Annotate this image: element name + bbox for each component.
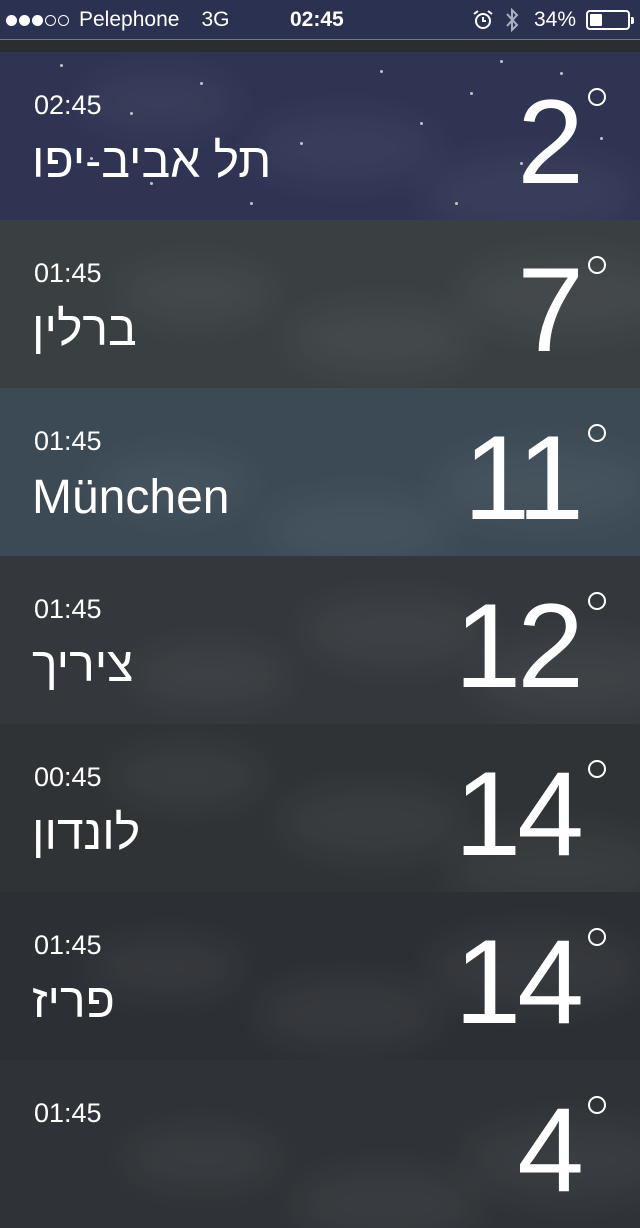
star-decoration	[130, 112, 133, 115]
star-decoration	[500, 60, 503, 63]
cloud-decoration	[108, 746, 268, 806]
alarm-icon	[473, 10, 493, 29]
cloud-decoration	[80, 72, 240, 132]
degree-symbol	[588, 424, 606, 442]
star-decoration	[420, 122, 423, 125]
city-temperature: 12	[454, 579, 584, 713]
cloud-decoration	[278, 787, 468, 857]
network-type: 3G	[201, 8, 230, 31]
city-temperature: 14	[454, 915, 584, 1049]
city-row-5[interactable]: 01:45 פריז 14	[0, 892, 640, 1060]
status-time: 02:45	[290, 8, 344, 31]
bluetooth-icon	[506, 7, 519, 33]
city-row-4[interactable]: 00:45 לונדון 14	[0, 724, 640, 892]
star-decoration	[60, 64, 63, 67]
city-name: München	[32, 471, 230, 524]
degree-symbol	[588, 760, 606, 778]
city-row-1[interactable]: 01:45 ברלין 7	[0, 220, 640, 388]
battery-percent: 34%	[533, 8, 576, 31]
city-name: ציריך	[32, 639, 134, 692]
signal-dot-2	[19, 14, 30, 26]
city-temperature: 11	[463, 411, 584, 545]
cloud-decoration	[255, 978, 445, 1048]
city-local-time: 01:45	[34, 258, 102, 288]
city-temperature: 7	[517, 243, 584, 377]
star-decoration	[470, 92, 473, 95]
cloud-decoration	[117, 263, 277, 323]
battery-fill	[590, 14, 603, 26]
city-local-time: 01:45	[34, 1098, 102, 1128]
city-temperature: 14	[454, 747, 584, 881]
star-decoration	[455, 202, 458, 205]
city-temperature: 4	[517, 1083, 584, 1217]
signal-dot-4	[45, 14, 56, 26]
city-name: לונדון	[32, 807, 141, 860]
city-temperature: 2	[517, 75, 584, 209]
status-divider	[0, 39, 640, 40]
city-local-time: 00:45	[34, 762, 102, 792]
degree-symbol	[588, 88, 606, 106]
status-right: 34%	[472, 0, 634, 40]
city-list: 02:45 תל אביב-יפו 2 01:45 ברלין 7 01:45 …	[0, 52, 640, 1228]
star-decoration	[250, 202, 253, 205]
city-row-0[interactable]: 02:45 תל אביב-יפו 2	[0, 52, 640, 220]
degree-symbol	[588, 928, 606, 946]
city-name: פריז	[32, 975, 115, 1028]
star-decoration	[380, 70, 383, 73]
city-local-time: 01:45	[34, 930, 102, 960]
status-left: Pelephone 3G	[6, 0, 229, 40]
cloud-decoration	[287, 304, 477, 374]
degree-symbol	[588, 592, 606, 610]
degree-symbol	[588, 256, 606, 274]
cloud-decoration	[292, 1169, 482, 1228]
star-decoration	[300, 142, 303, 145]
battery-icon	[586, 10, 634, 30]
cloud-decoration	[122, 1128, 282, 1188]
cloud-decoration	[131, 645, 291, 705]
city-row-2[interactable]: 01:45 München 11	[0, 388, 640, 556]
cloud-decoration	[264, 495, 454, 556]
signal-dot-1	[6, 14, 17, 26]
city-row-6[interactable]: 01:45 4	[0, 1060, 640, 1228]
city-name: ברלין	[32, 303, 137, 356]
signal-dot-5	[58, 14, 69, 26]
signal-dot-3	[32, 14, 43, 26]
star-decoration	[200, 82, 203, 85]
battery-nub	[631, 17, 634, 24]
city-local-time: 01:45	[34, 426, 102, 456]
city-name: תל אביב-יפו	[32, 135, 272, 188]
city-local-time: 02:45	[34, 90, 102, 120]
degree-symbol	[588, 1096, 606, 1114]
city-local-time: 01:45	[34, 594, 102, 624]
status-bar: Pelephone 3G 02:45 34%	[0, 0, 640, 40]
cloud-decoration	[250, 113, 440, 183]
city-row-3[interactable]: 01:45 ציריך 12	[0, 556, 640, 724]
star-decoration	[600, 137, 603, 140]
carrier-name: Pelephone	[79, 8, 180, 31]
